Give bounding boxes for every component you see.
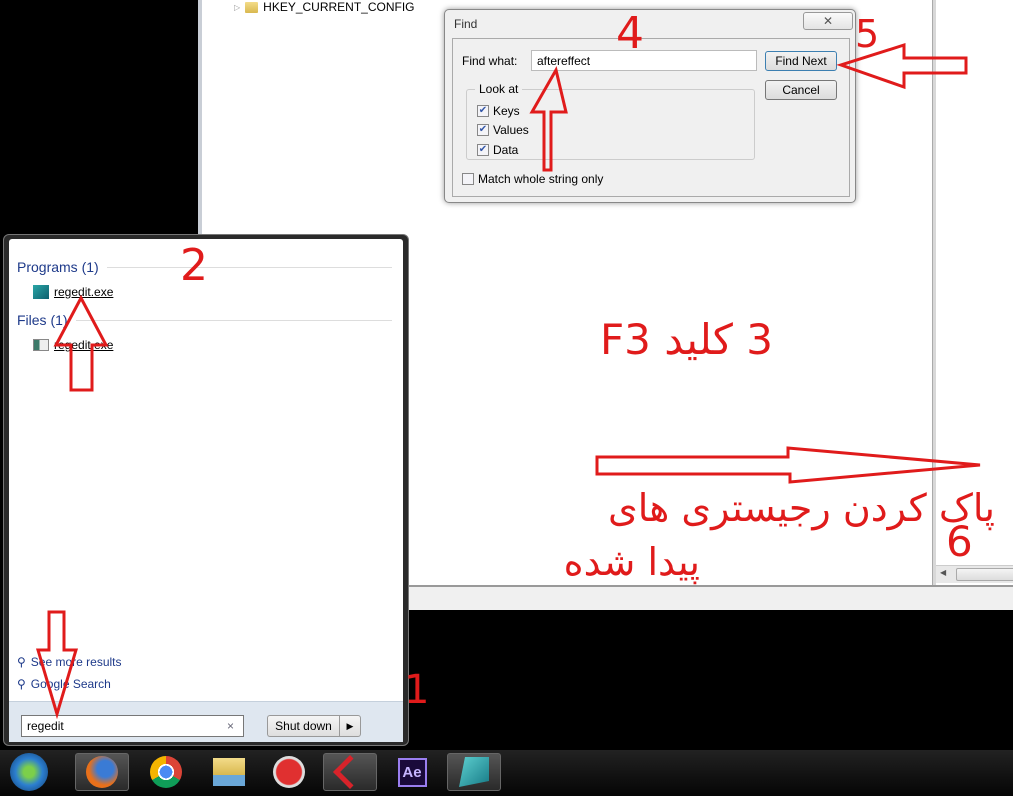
delete-found-entries-note-line-1: پاک کردن رجیستری های xyxy=(607,486,995,530)
arrow-right-delete xyxy=(595,446,981,484)
step-5-label: 5 xyxy=(855,12,880,56)
step-3-label: 3 کلید F3 xyxy=(600,315,773,364)
arrow-down-search xyxy=(35,610,79,720)
step-1-label: 1 xyxy=(404,667,430,713)
annotation-arrows xyxy=(35,42,981,720)
step-2-label: 2 xyxy=(180,240,208,291)
delete-found-entries-note-line-2: پیدا شده xyxy=(563,540,700,584)
arrow-up-find-input xyxy=(529,65,568,172)
arrow-up-regedit-result xyxy=(53,294,109,392)
step-4-label: 4 xyxy=(616,8,644,59)
